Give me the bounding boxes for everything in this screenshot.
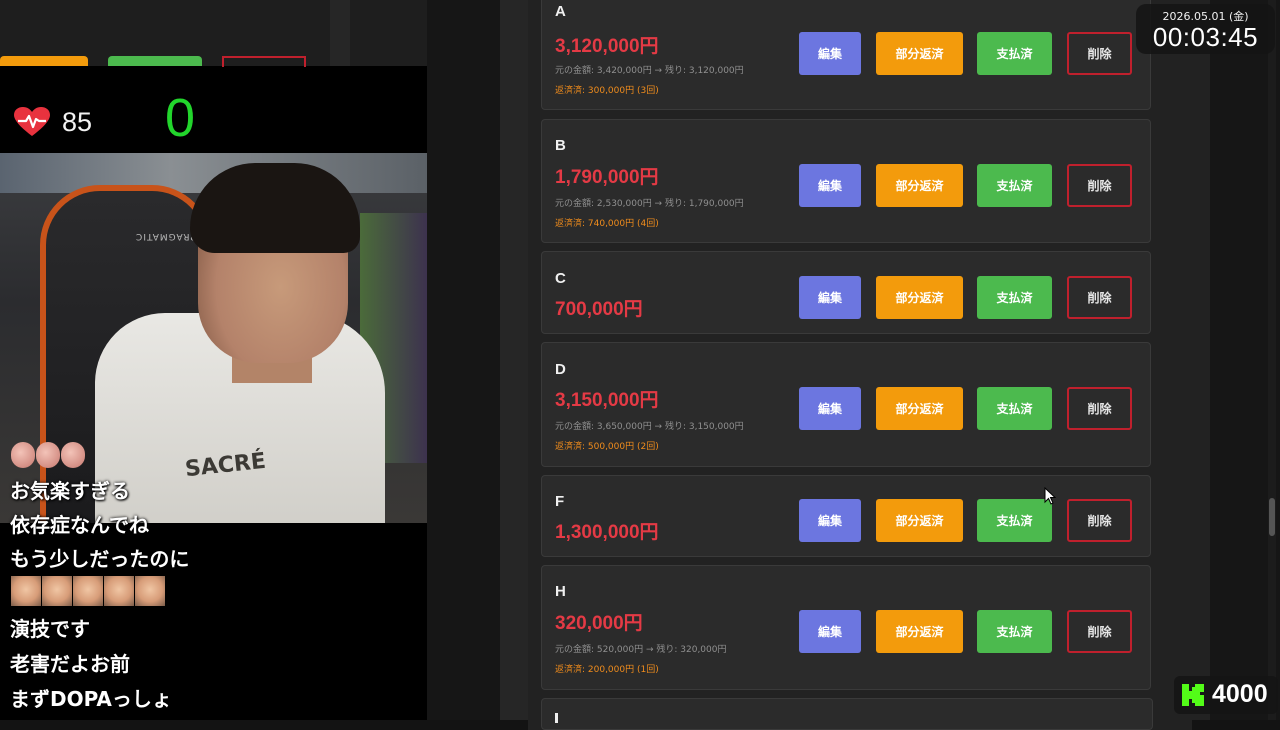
partial-repay-button[interactable]: 部分返済 [876,276,963,319]
debt-card: H 320,000円元の金額: 520,000円 → 残り: 320,000円 返済… [541,565,1151,690]
debt-detail: 元の金額: 2,530,000円 → 残り: 1,790,000円 [555,199,744,209]
delete-button[interactable]: 削除 [1067,32,1132,75]
chat-message: もう少しだったのに [10,547,190,571]
debt-repaid: 返済済: 300,000円 (3回) [555,86,659,96]
debt-amount: 3,120,000円 [555,36,659,57]
delete-button[interactable]: 削除 [1067,164,1132,207]
face-emote-icon [42,576,72,606]
edit-button[interactable]: 編集 [799,499,861,542]
partial-repay-button[interactable]: 部分返済 [876,387,963,430]
chat-message: 依存症なんでね [10,513,149,537]
clock-time: 00:03:45 [1152,22,1259,52]
background-red-button-edge [222,56,306,67]
praying-emote-icon [36,442,60,468]
heart-pulse-icon [14,107,50,137]
stream-clock: 2026.05.01 (金) 00:03:45 [1136,4,1275,54]
edit-button[interactable]: 編集 [799,164,861,207]
debt-name: F [555,493,565,510]
edit-button[interactable]: 編集 [799,276,861,319]
debt-amount: 1,300,000円 [555,522,659,543]
debt-card: B 1,790,000円元の金額: 2,530,000円 → 残り: 1,790,… [541,119,1151,243]
chat-message: まずDOPAっしょ [10,687,172,711]
debt-amount: 1,790,000円 [555,167,659,188]
debt-card: F 1,300,000円 編集 部分返済 支払済 削除 [541,475,1151,557]
debt-repaid: 返済済: 740,000円 (4回) [555,219,659,229]
debt-name: A [555,3,566,20]
scrollbar-track[interactable] [1268,0,1276,720]
app-gutter [500,0,528,720]
edit-button[interactable]: 編集 [799,610,861,653]
counter-value: 0 [165,88,196,148]
partial-repay-button[interactable]: 部分返済 [876,499,963,542]
mark-paid-button[interactable]: 支払済 [977,164,1052,207]
chat-emote-row [11,442,85,468]
background-orange-button-edge [0,56,88,66]
partial-repay-button[interactable]: 部分返済 [876,610,963,653]
debt-amount: 700,000円 [555,299,643,320]
delete-button[interactable]: 削除 [1067,387,1132,430]
mark-paid-button[interactable]: 支払済 [977,387,1052,430]
scrollbar-thumb[interactable] [1269,498,1275,536]
debt-card-partial [541,698,1153,730]
debt-card: D 3,150,000円元の金額: 3,650,000円 → 残り: 3,150,… [541,342,1151,467]
mark-paid-button[interactable]: 支払済 [977,32,1052,75]
debt-card: C 700,000円 編集 部分返済 支払済 削除 [541,251,1151,334]
kick-viewer-badge: 4000 [1174,676,1278,714]
debt-name: B [555,137,566,154]
face-emote-icon [11,576,41,606]
partial-repay-button[interactable]: 部分返済 [876,32,963,75]
debt-name: H [555,583,566,600]
delete-button[interactable]: 削除 [1067,276,1132,319]
mark-paid-button[interactable]: 支払済 [977,276,1052,319]
praying-emote-icon [11,442,35,468]
face-emote-icon [135,576,165,606]
debt-repaid: 返済済: 500,000円 (2回) [555,442,659,452]
background-divider [330,0,350,66]
praying-emote-icon [61,442,85,468]
face-emote-icon [104,576,134,606]
kick-logo-icon [1182,684,1204,706]
debt-detail: 元の金額: 520,000円 → 残り: 320,000円 [555,645,727,655]
debt-amount: 320,000円 [555,613,643,634]
debt-repaid: 返済済: 200,000円 (1回) [555,665,659,675]
partial-repay-button[interactable]: 部分返済 [876,164,963,207]
chat-message: 演技です [10,617,90,641]
debt-card: A 3,120,000円元の金額: 3,420,000円 → 残り: 3,120,… [541,0,1151,110]
debt-amount: 3,150,000円 [555,390,659,411]
debt-detail: 元の金額: 3,420,000円 → 残り: 3,120,000円 [555,66,744,76]
chat-emote-row [11,576,165,606]
app-gutter-right [1192,0,1210,720]
chat-message: お気楽すぎる [10,479,130,503]
background-app-edge [0,0,427,67]
edit-button[interactable]: 編集 [799,32,861,75]
stream-overlay: 85 0 PRAGMATIC SACRÉ お気楽すぎる 依存症なんでね もう少し… [0,0,427,720]
edit-button[interactable]: 編集 [799,387,861,430]
delete-button[interactable]: 削除 [1067,499,1132,542]
delete-button[interactable]: 削除 [1067,610,1132,653]
mark-paid-button[interactable]: 支払済 [977,499,1052,542]
mouse-cursor-icon [1044,487,1056,505]
debt-name: C [555,270,566,287]
next-card-glyph [555,713,558,723]
chair-label: PRAGMATIC [135,231,196,241]
heart-rate-widget: 85 [14,100,92,144]
chat-message: 老害だよお前 [10,652,130,676]
streamer-hair [190,163,360,253]
background-green-button-edge [108,56,202,66]
viewer-count: 4000 [1212,680,1268,708]
debt-name: D [555,361,566,378]
mark-paid-button[interactable]: 支払済 [977,610,1052,653]
heart-rate-value: 85 [62,106,93,137]
debt-detail: 元の金額: 3,650,000円 → 残り: 3,150,000円 [555,422,744,432]
face-emote-icon [73,576,103,606]
